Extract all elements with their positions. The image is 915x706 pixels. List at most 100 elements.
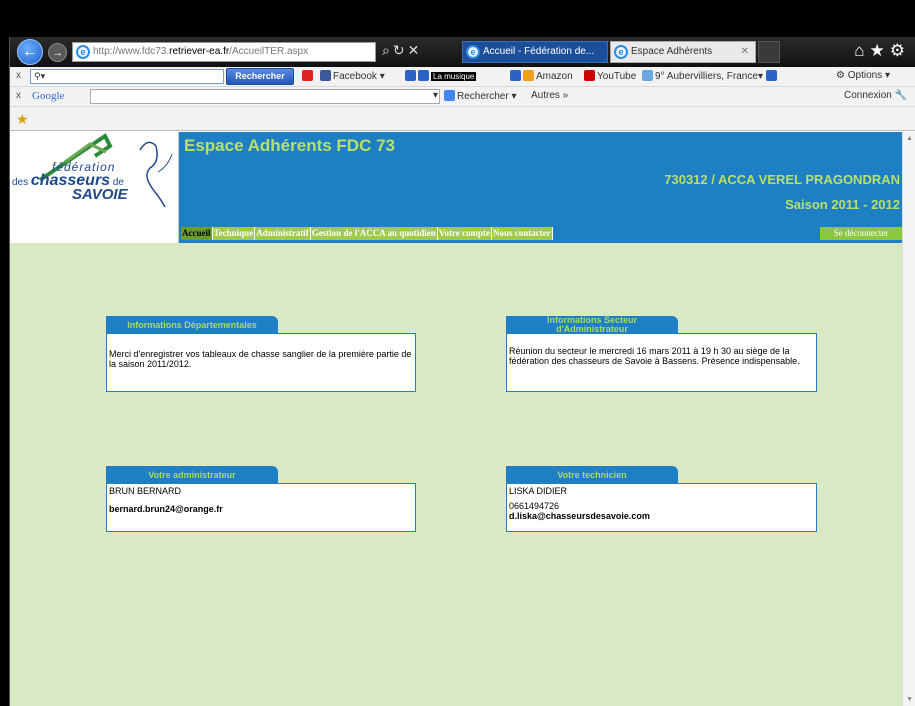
tech-email[interactable]: d.liska@chasseursdesavoie.com	[509, 511, 814, 521]
panel-title: Votre technicien	[506, 466, 678, 484]
options-icon: ⚙	[836, 70, 845, 81]
play-icon	[405, 70, 416, 81]
add-favorite-icon[interactable]: ★	[16, 111, 29, 128]
google-dropdown-icon[interactable]: ▾	[433, 90, 438, 101]
google-logo: Google	[32, 90, 65, 102]
logo-line3: SAVOIE	[72, 186, 128, 203]
panel-body: LISKA DIDIER 0661494726 d.liska@chasseur…	[506, 483, 817, 532]
back-button[interactable]: ←	[17, 39, 43, 65]
browser-window: ← → e http://www.fdc73.retriever-ea.fr/A…	[9, 37, 915, 706]
menu-administratif[interactable]: Administratif	[255, 227, 311, 240]
vertical-scrollbar[interactable]: ▲ ▼	[902, 132, 915, 706]
arrow-left-icon: ←	[22, 43, 38, 60]
youtube-label: YouTube	[597, 71, 637, 82]
weather-widget[interactable]: 9° Aubervilliers, France▾	[642, 70, 779, 82]
forward-button[interactable]: →	[48, 43, 67, 62]
menu-nous-contacter[interactable]: Nous contacter	[491, 227, 553, 240]
address-path: /AccueilTER.aspx	[229, 46, 309, 57]
tab-espace-adherents[interactable]: e Espace Adhérents ✕	[610, 41, 756, 63]
address-tools: ⌕↻✕	[382, 42, 422, 59]
panel-title: Votre administrateur	[106, 466, 278, 484]
panel-title: Informations Secteur d'Administrateur	[506, 316, 678, 334]
arrow-right-icon: →	[52, 46, 63, 59]
ask-toolbar: x ⚲▾ Rechercher Facebook ▾ La musique Am…	[10, 67, 915, 87]
panel-body: Réunion du secteur le mercredi 16 mars 2…	[506, 333, 817, 392]
panel-body: Merci d'enregistrer vos tableaux de chas…	[106, 333, 416, 392]
address-bar[interactable]: e http://www.fdc73.retriever-ea.fr/Accue…	[72, 42, 376, 62]
tab-accueil[interactable]: e Accueil - Fédération de...	[462, 41, 608, 63]
browser-icons: ⌂★⚙	[854, 41, 910, 61]
tab-label: Accueil - Fédération de...	[483, 46, 595, 57]
facebook-label: Facebook	[333, 71, 377, 82]
panel-title: Informations Départementales	[106, 316, 278, 334]
ie-tab-icon: e	[466, 45, 480, 59]
ask-icon[interactable]	[302, 70, 315, 82]
new-tab-button[interactable]	[758, 41, 780, 63]
acca-name: 730312 / ACCA VEREL PRAGONDRAN	[664, 172, 900, 187]
panel-text: Réunion du secteur le mercredi 16 mars 2…	[509, 346, 800, 366]
dropdown-icon	[510, 70, 521, 81]
google-search-input[interactable]	[90, 89, 440, 104]
connexion-label: Connexion	[844, 90, 892, 101]
menu-gestion-acca[interactable]: Gestion de l'ACCA au quotidien	[310, 227, 438, 240]
weather-label: 9° Aubervilliers, France	[655, 71, 758, 82]
options-menu[interactable]: ⚙ Options ▾	[836, 70, 890, 81]
tech-phone: 0661494726	[509, 501, 560, 511]
toolbar-search-button[interactable]: Rechercher	[226, 68, 294, 85]
google-toolbar: x Google ▾ Rechercher ▾ Autres » Connexi…	[10, 87, 915, 107]
more-link[interactable]: Autres »	[531, 90, 568, 101]
scroll-up-icon[interactable]: ▲	[906, 135, 913, 142]
tab-label: Espace Adhérents	[631, 46, 713, 57]
address-prefix: http://www.fdc73.	[93, 46, 170, 57]
search-icon: ⚲▾	[34, 71, 46, 81]
google-icon	[444, 90, 455, 101]
season-label: Saison 2011 - 2012	[785, 197, 900, 212]
panel-text: Merci d'enregistrer vos tableaux de chas…	[109, 349, 412, 369]
music-player[interactable]: La musique	[405, 70, 477, 82]
menu-technique[interactable]: Technique	[212, 227, 256, 240]
menu-accueil[interactable]: Accueil	[181, 227, 213, 240]
main-menu: Accueil Technique Administratif Gestion …	[181, 227, 553, 240]
tech-name: LISKA DIDIER	[509, 486, 568, 496]
amazon-icon	[523, 70, 534, 81]
close-icon[interactable]: ✕	[741, 42, 749, 62]
page-viewport: fédération des chasseurs de SAVOIE Espac…	[10, 132, 915, 706]
gear-icon[interactable]: ⚙	[890, 41, 910, 60]
connexion-link[interactable]: Connexion 🔧	[844, 90, 907, 101]
site-title: Espace Adhérents FDC 73	[184, 136, 395, 155]
facebook-icon	[320, 70, 331, 81]
site-header: fédération des chasseurs de SAVOIE Espac…	[10, 132, 902, 243]
google-search-label: Rechercher	[457, 91, 509, 102]
stop-icon[interactable]: ✕	[408, 42, 423, 58]
amazon-label: Amazon	[536, 71, 573, 82]
navigation-bar: ← → e http://www.fdc73.retriever-ea.fr/A…	[10, 37, 915, 67]
favorites-bar: ★	[10, 107, 915, 131]
refresh-icon[interactable]: ↻	[393, 42, 408, 58]
more-label: Autres	[531, 90, 560, 101]
close-toolbar-icon[interactable]: x	[16, 90, 21, 101]
youtube-icon	[584, 70, 595, 81]
more-icon	[765, 70, 777, 81]
admin-email[interactable]: bernard.brun24@orange.fr	[109, 504, 413, 514]
scroll-down-icon[interactable]: ▼	[906, 696, 913, 703]
logo-des: des	[12, 177, 29, 188]
google-search-button[interactable]: Rechercher ▾	[444, 90, 517, 102]
facebook-link[interactable]: Facebook ▾	[320, 70, 385, 82]
home-icon[interactable]: ⌂	[854, 41, 869, 60]
youtube-link[interactable]: YouTube	[584, 70, 636, 82]
panel-body: BRUN BERNARD bernard.brun24@orange.fr	[106, 483, 416, 532]
address-host: retriever-ea.fr	[169, 46, 230, 57]
weather-icon	[642, 70, 653, 81]
logout-button[interactable]: Se déconnecter	[820, 227, 902, 240]
music-label: La musique	[431, 72, 477, 81]
next-icon	[418, 70, 429, 81]
fdc-logo: fédération des chasseurs de SAVOIE	[10, 132, 179, 243]
options-label: Options	[847, 70, 883, 81]
toolbar-search-input[interactable]: ⚲▾	[30, 69, 224, 84]
close-toolbar-icon[interactable]: x	[16, 70, 21, 81]
admin-name: BRUN BERNARD	[109, 486, 182, 496]
favorites-star-icon[interactable]: ★	[870, 41, 890, 60]
search-icon[interactable]: ⌕	[382, 42, 393, 58]
amazon-link[interactable]: Amazon	[510, 70, 573, 82]
menu-votre-compte[interactable]: Votre compte	[437, 227, 492, 240]
